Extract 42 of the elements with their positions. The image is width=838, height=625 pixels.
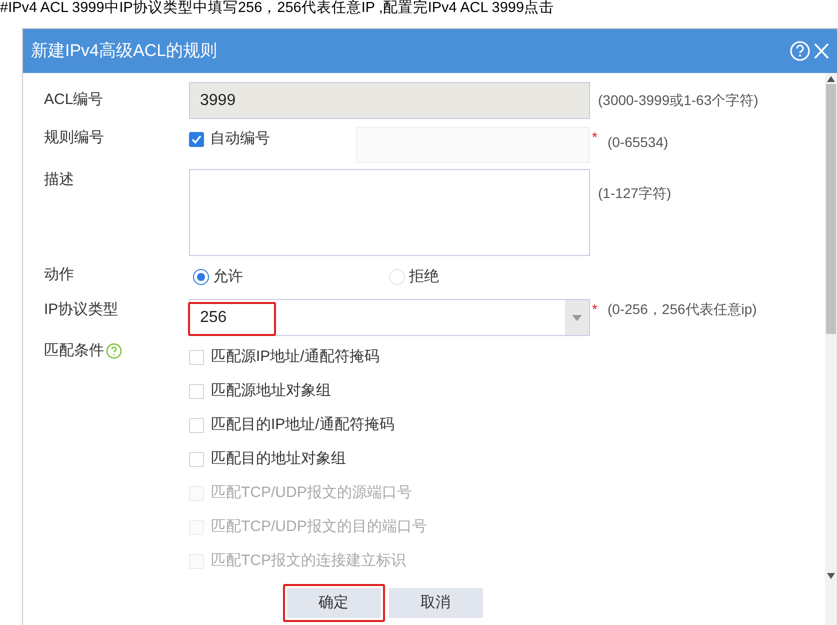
radio-label: 拒绝 <box>409 267 439 287</box>
hint-text: (1-127字符) <box>598 185 672 201</box>
field-label: 描述 <box>44 170 75 190</box>
field-label: IP协议类型 <box>44 300 120 320</box>
check-icon <box>191 134 202 145</box>
checkbox[interactable] <box>189 418 204 432</box>
help-icon[interactable] <box>106 343 122 360</box>
checkbox[interactable] <box>189 132 204 147</box>
caption-text: #IPv4 ACL 3999中IP协议类型中填写256，256代表任意IP ,配置完IPv4 ACL 3999点击 <box>0 0 556 17</box>
confirm-button[interactable]: 确定 <box>286 588 380 618</box>
dropdown-arrow-icon <box>572 314 582 320</box>
radio-label: 允许 <box>213 267 243 287</box>
checkbox-label: 匹配TCP/UDP报文的源端口号 <box>211 482 412 503</box>
field-label: 动作 <box>44 265 75 285</box>
checkbox[interactable] <box>189 350 204 364</box>
hint-text: (3000-3999或1-63个字符) <box>598 92 758 108</box>
checkbox-label: 匹配目的IP地址/通配符掩码 <box>211 414 394 435</box>
checkbox-label: 自动编号 <box>210 129 270 149</box>
hint-text: (0-256，256代表任意ip) <box>607 300 757 319</box>
ip-protocol-combobox[interactable]: 256 <box>189 299 590 336</box>
field-label: ACL编号 <box>44 90 104 110</box>
hint-text: (0-65534) <box>607 134 668 150</box>
radio-button[interactable] <box>193 269 209 286</box>
scroll-down-icon[interactable] <box>827 573 835 579</box>
cancel-button[interactable]: 取消 <box>388 588 482 618</box>
acl-number-field[interactable]: 3999 <box>189 82 590 119</box>
required-mark: * <box>592 128 598 147</box>
dialog-title: 新建IPv4高级ACL的规则 <box>31 40 218 62</box>
scroll-up-icon[interactable] <box>827 76 835 82</box>
required-mark: * <box>592 300 598 319</box>
checkbox[interactable] <box>189 452 204 466</box>
field-label: 匹配条件 <box>44 341 104 361</box>
field-label: 规则编号 <box>44 128 105 148</box>
checkbox-label: 匹配源地址对象组 <box>211 380 331 401</box>
close-icon[interactable] <box>813 42 829 60</box>
description-textarea[interactable] <box>189 169 590 256</box>
checkbox-label: 匹配源IP地址/通配符掩码 <box>211 346 380 367</box>
checkbox-label: 匹配TCP报文的连接建立标识 <box>211 550 406 571</box>
checkbox-label: 匹配TCP/UDP报文的目的端口号 <box>211 516 427 537</box>
combobox-value: 256 <box>200 308 227 328</box>
checkbox-label: 匹配目的地址对象组 <box>211 448 346 469</box>
checkbox[interactable] <box>189 384 204 398</box>
